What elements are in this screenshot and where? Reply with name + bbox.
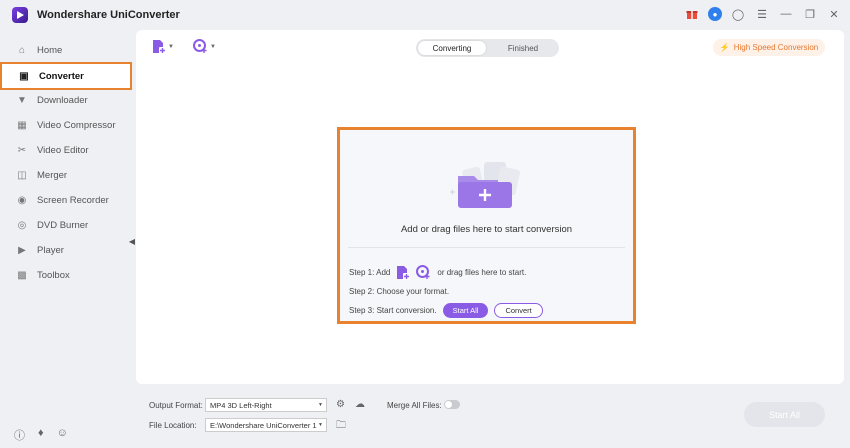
bottom-bar: Output Format: MP4 3D Left-Right ▼ ⚙ ☁ M… bbox=[136, 390, 844, 448]
drop-zone-title: Add or drag files here to start conversi… bbox=[400, 224, 573, 235]
output-format-select[interactable]: MP4 3D Left-Right ▼ bbox=[205, 398, 327, 412]
chevron-down-icon: ▼ bbox=[210, 43, 216, 50]
sidebar-item-downloader[interactable]: ▼ Downloader bbox=[0, 88, 132, 113]
add-dvd-icon bbox=[193, 39, 207, 53]
add-dvd-button[interactable]: ▼ bbox=[193, 39, 216, 54]
step-1: Step 1: Add or drag files here to start. bbox=[349, 265, 526, 280]
sidebar-item-label: Converter bbox=[39, 70, 84, 82]
step-3-text: Step 3: Start conversion. bbox=[349, 306, 437, 315]
download-icon: ▼ bbox=[17, 95, 27, 106]
divider bbox=[348, 247, 625, 248]
lightning-icon: ⚡ bbox=[719, 43, 730, 52]
step-2: Step 2: Choose your format. bbox=[349, 287, 449, 296]
sidebar-item-label: Downloader bbox=[37, 95, 88, 106]
sidebar-item-label: Screen Recorder bbox=[37, 195, 109, 206]
headset-support-icon[interactable]: ◯ bbox=[730, 6, 746, 22]
sidebar-item-video-compressor[interactable]: ▦ Video Compressor bbox=[0, 113, 132, 138]
add-file-icon bbox=[153, 40, 166, 54]
chevron-down-icon: ▼ bbox=[318, 402, 323, 408]
file-location-value: E:\Wondershare UniConverter 1 bbox=[210, 420, 317, 430]
sidebar-footer: ⓘ ♦ ☺ bbox=[14, 427, 68, 443]
start-all-main-button[interactable]: Start All bbox=[744, 402, 825, 427]
tab-converting[interactable]: Converting bbox=[418, 41, 486, 55]
file-location-label: File Location: bbox=[149, 421, 197, 430]
disc-icon: ◎ bbox=[17, 220, 27, 231]
sidebar-item-label: Video Editor bbox=[37, 145, 89, 156]
sidebar-item-toolbox[interactable]: ▩ Toolbox bbox=[0, 263, 132, 288]
start-all-button[interactable]: Start All bbox=[442, 303, 489, 318]
sidebar-item-label: DVD Burner bbox=[37, 220, 89, 231]
format-settings-icon[interactable]: ⚙ bbox=[336, 399, 345, 410]
app-logo-icon bbox=[12, 7, 28, 23]
restore-icon[interactable]: ❐ bbox=[802, 6, 818, 22]
main-panel: ▼ ▼ Converting Finished ⚡ High Speed Con… bbox=[136, 30, 844, 384]
tab-finished[interactable]: Finished bbox=[489, 41, 557, 55]
home-icon: ⌂ bbox=[18, 45, 26, 56]
compress-icon: ▦ bbox=[17, 120, 27, 131]
merge-toggle[interactable] bbox=[444, 400, 460, 409]
sidebar-item-label: Toolbox bbox=[37, 270, 70, 281]
help-icon[interactable]: ⓘ bbox=[14, 427, 25, 443]
sidebar-item-home[interactable]: ⌂ Home bbox=[0, 38, 132, 63]
folder-add-icon bbox=[450, 162, 520, 208]
folder-icon[interactable]: 🗀 bbox=[336, 418, 346, 435]
chevron-down-icon: ▼ bbox=[168, 43, 174, 50]
window-controls: ● ◯ ☰ — ❐ ✕ bbox=[684, 6, 842, 22]
cloud-icon[interactable]: ☁ bbox=[355, 399, 365, 410]
account-avatar-icon[interactable]: ● bbox=[708, 7, 722, 21]
step-1-suffix: or drag files here to start. bbox=[437, 268, 527, 277]
sidebar-item-label: Video Compressor bbox=[37, 120, 116, 131]
status-tabs: Converting Finished bbox=[416, 39, 559, 57]
sidebar-item-video-editor[interactable]: ✂ Video Editor bbox=[0, 138, 132, 163]
sidebar: ⌂ Home ▣ Converter ▼ Downloader ▦ Video … bbox=[0, 38, 132, 448]
sidebar-item-dvd-burner[interactable]: ◎ DVD Burner bbox=[0, 213, 132, 238]
sidebar-item-merger[interactable]: ◫ Merger bbox=[0, 163, 132, 188]
add-dvd-icon[interactable] bbox=[416, 265, 431, 280]
converter-icon: ▣ bbox=[19, 70, 29, 82]
gift-icon[interactable] bbox=[684, 6, 700, 22]
menu-icon[interactable]: ☰ bbox=[754, 6, 770, 22]
drop-zone[interactable]: Add or drag files here to start conversi… bbox=[337, 127, 636, 324]
app-title: Wondershare UniConverter bbox=[37, 9, 180, 21]
title-bar: Wondershare UniConverter ● ◯ ☰ — ❐ ✕ bbox=[0, 0, 850, 30]
step-1-prefix: Step 1: Add bbox=[349, 268, 391, 277]
merge-all-files-label: Merge All Files: bbox=[387, 401, 442, 410]
feedback-icon[interactable]: ☺ bbox=[57, 427, 68, 443]
step-3: Step 3: Start conversion. Start All Conv… bbox=[349, 303, 543, 318]
record-icon: ◉ bbox=[17, 195, 27, 206]
sidebar-item-label: Player bbox=[37, 245, 64, 256]
add-file-icon[interactable] bbox=[396, 265, 411, 280]
output-format-label: Output Format: bbox=[149, 401, 203, 410]
sidebar-item-label: Home bbox=[37, 45, 63, 56]
sidebar-item-player[interactable]: ▶ Player bbox=[0, 238, 132, 263]
scissors-icon: ✂ bbox=[17, 145, 27, 156]
merge-icon: ◫ bbox=[17, 170, 27, 181]
play-icon: ▶ bbox=[18, 245, 26, 256]
high-speed-label: High Speed Conversion bbox=[733, 43, 819, 52]
sidebar-item-label: Merger bbox=[37, 170, 68, 181]
sidebar-item-converter[interactable]: ▣ Converter bbox=[0, 62, 132, 90]
file-location-select[interactable]: E:\Wondershare UniConverter 1 ▼ bbox=[205, 418, 327, 432]
output-format-value: MP4 3D Left-Right bbox=[210, 400, 272, 410]
convert-button[interactable]: Convert bbox=[494, 303, 543, 318]
sidebar-item-screen-recorder[interactable]: ◉ Screen Recorder bbox=[0, 188, 132, 213]
grid-icon: ▩ bbox=[17, 270, 27, 281]
high-speed-conversion-button[interactable]: ⚡ High Speed Conversion bbox=[713, 39, 825, 56]
bell-icon[interactable]: ♦ bbox=[38, 427, 44, 443]
close-icon[interactable]: ✕ bbox=[826, 6, 842, 22]
step-2-text: Step 2: Choose your format. bbox=[349, 287, 450, 296]
chevron-down-icon: ▼ bbox=[318, 422, 323, 428]
add-files-button[interactable]: ▼ bbox=[152, 39, 174, 54]
minimize-icon[interactable]: — bbox=[778, 6, 794, 22]
